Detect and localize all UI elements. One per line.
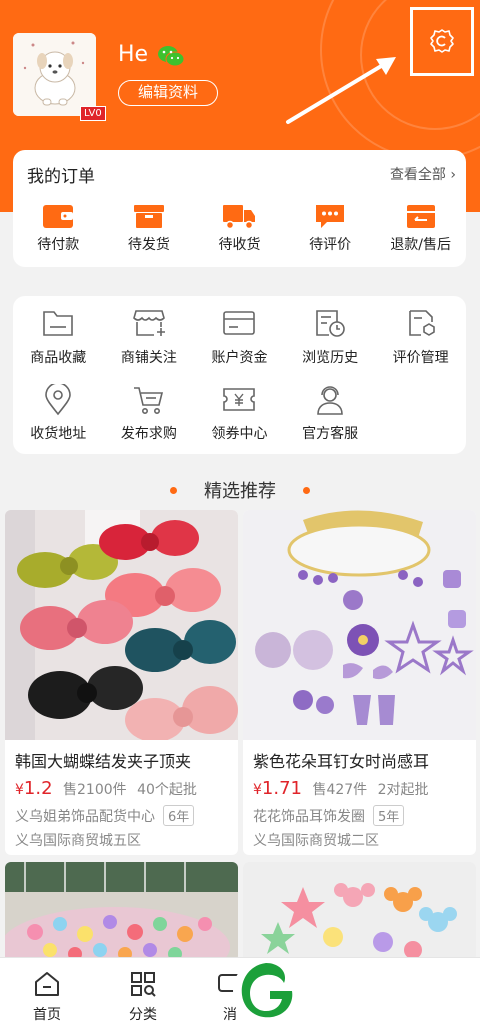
bow-hairclips-image-icon (5, 510, 238, 740)
product-price: ¥1.71 (253, 778, 302, 799)
coupon-icon (223, 388, 256, 411)
tool-post-request[interactable]: 发布求购 (104, 384, 195, 443)
hair-accessories-image-icon (5, 862, 238, 962)
order-label: 退款/售后 (390, 237, 452, 253)
tool-label: 商品收藏 (30, 350, 87, 366)
nav-label: 分类 (129, 1007, 157, 1023)
service-icon (317, 386, 343, 415)
tool-account-funds[interactable]: 账户资金 (194, 308, 285, 367)
category-icon (131, 972, 156, 997)
wallet-icon (43, 205, 74, 228)
tools-card: 商品收藏 商铺关注 账户资金 浏览历史 评价管理 收货地址 发布求购 领券中心 … (13, 296, 466, 454)
order-label: 待付款 (37, 237, 80, 253)
product-price: ¥1.2 (15, 778, 53, 799)
nav-category[interactable]: 分类 (113, 970, 173, 1024)
view-all-label: 查看全部 (389, 167, 446, 183)
comment-icon (316, 205, 345, 228)
order-pending-review[interactable]: 待评价 (285, 202, 376, 254)
product-sold: 售2100件 (63, 782, 127, 798)
product-image (5, 510, 238, 740)
product-card[interactable]: 韩国大蝴蝶结发夹子顶夹 ¥1.2 售2100件 40个起批 义乌姐弟饰品配货中心… (5, 510, 238, 855)
shop-name[interactable]: 花花饰品耳饰发圈 (253, 809, 365, 825)
tool-label: 收货地址 (30, 426, 87, 442)
arrow-annotation-icon (286, 57, 396, 124)
chevron-right-icon: › (450, 167, 456, 183)
order-pending-receipt[interactable]: 待收货 (194, 202, 285, 254)
orders-title: 我的订单 (27, 167, 95, 187)
product-moq: 40个起批 (137, 782, 197, 798)
level-badge: LV0 (80, 106, 106, 121)
card-icon (223, 311, 256, 335)
username: He (118, 42, 149, 67)
product-card[interactable] (243, 862, 476, 962)
title-dot (303, 487, 310, 494)
tool-followed-shops[interactable]: 商铺关注 (104, 308, 195, 367)
avatar[interactable] (13, 33, 96, 116)
location-icon (45, 384, 72, 416)
tool-empty-slot (375, 384, 466, 443)
tool-label: 发布求购 (120, 426, 177, 442)
tool-customer-service[interactable]: 官方客服 (285, 384, 376, 443)
product-image (243, 510, 476, 740)
leaf-logo-icon (233, 958, 299, 1024)
review-icon (408, 310, 435, 336)
settings-highlight (410, 7, 474, 76)
tool-shipping-address[interactable]: 收货地址 (13, 384, 104, 443)
product-moq: 2对起批 (377, 782, 429, 798)
folder-icon (43, 311, 74, 336)
tool-label: 评价管理 (392, 350, 449, 366)
tool-review-management[interactable]: 评价管理 (375, 308, 466, 367)
refund-icon (406, 205, 435, 228)
shop-name[interactable]: 义乌姐弟饰品配货中心 (15, 809, 155, 825)
settings-icon[interactable] (429, 28, 455, 54)
product-name: 韩国大蝴蝶结发夹子顶夹 (15, 752, 192, 771)
product-sold: 售427件 (312, 782, 368, 798)
tool-browse-history[interactable]: 浏览历史 (285, 308, 376, 367)
nav-home[interactable]: 首页 (17, 970, 77, 1024)
product-card[interactable]: 紫色花朵耳钉女时尚感耳 ¥1.71 售427件 2对起批 花花饰品耳饰发圈 5年 … (243, 510, 476, 855)
order-label: 待评价 (309, 237, 352, 253)
tool-label: 浏览历史 (302, 350, 359, 366)
recommend-title: 精选推荐 (204, 481, 276, 502)
history-icon (316, 310, 345, 337)
truck-icon (223, 205, 256, 230)
shop-years-badge: 5年 (373, 805, 405, 826)
wechat-icon (158, 46, 185, 67)
product-name: 紫色花朵耳钉女时尚感耳 (253, 752, 430, 771)
cart-icon (133, 387, 163, 414)
shop-icon (132, 310, 165, 336)
shop-address: 义乌国际商贸城二区 (253, 833, 379, 849)
candy-charms-image-icon (243, 862, 476, 962)
shop-address: 义乌国际商贸城五区 (15, 833, 141, 849)
dog-avatar-icon (13, 33, 96, 116)
tool-label: 账户资金 (211, 350, 268, 366)
nav-label: 首页 (33, 1007, 61, 1023)
my-orders-card: 我的订单 查看全部 › 待付款 待发货 待收货 待评价 退款/售后 (13, 150, 466, 267)
product-image (5, 862, 238, 962)
tool-label: 领券中心 (211, 426, 268, 442)
purple-earrings-image-icon (243, 510, 476, 740)
order-label: 待发货 (127, 237, 170, 253)
order-pending-payment[interactable]: 待付款 (13, 202, 104, 254)
product-image (243, 862, 476, 962)
tool-favorites[interactable]: 商品收藏 (13, 308, 104, 367)
order-pending-shipment[interactable]: 待发货 (104, 202, 195, 254)
shop-years-badge: 6年 (163, 805, 195, 826)
tool-coupon-center[interactable]: 领券中心 (194, 384, 285, 443)
home-icon (35, 972, 59, 996)
order-refund[interactable]: 退款/售后 (375, 202, 466, 254)
view-all-orders-link[interactable]: 查看全部 › (390, 164, 456, 184)
tool-label: 官方客服 (302, 426, 359, 442)
tool-label: 商铺关注 (120, 350, 177, 366)
product-card[interactable] (5, 862, 238, 962)
order-label: 待收货 (218, 237, 261, 253)
box-icon (133, 205, 164, 228)
edit-profile-button[interactable]: 编辑资料 (118, 80, 218, 106)
